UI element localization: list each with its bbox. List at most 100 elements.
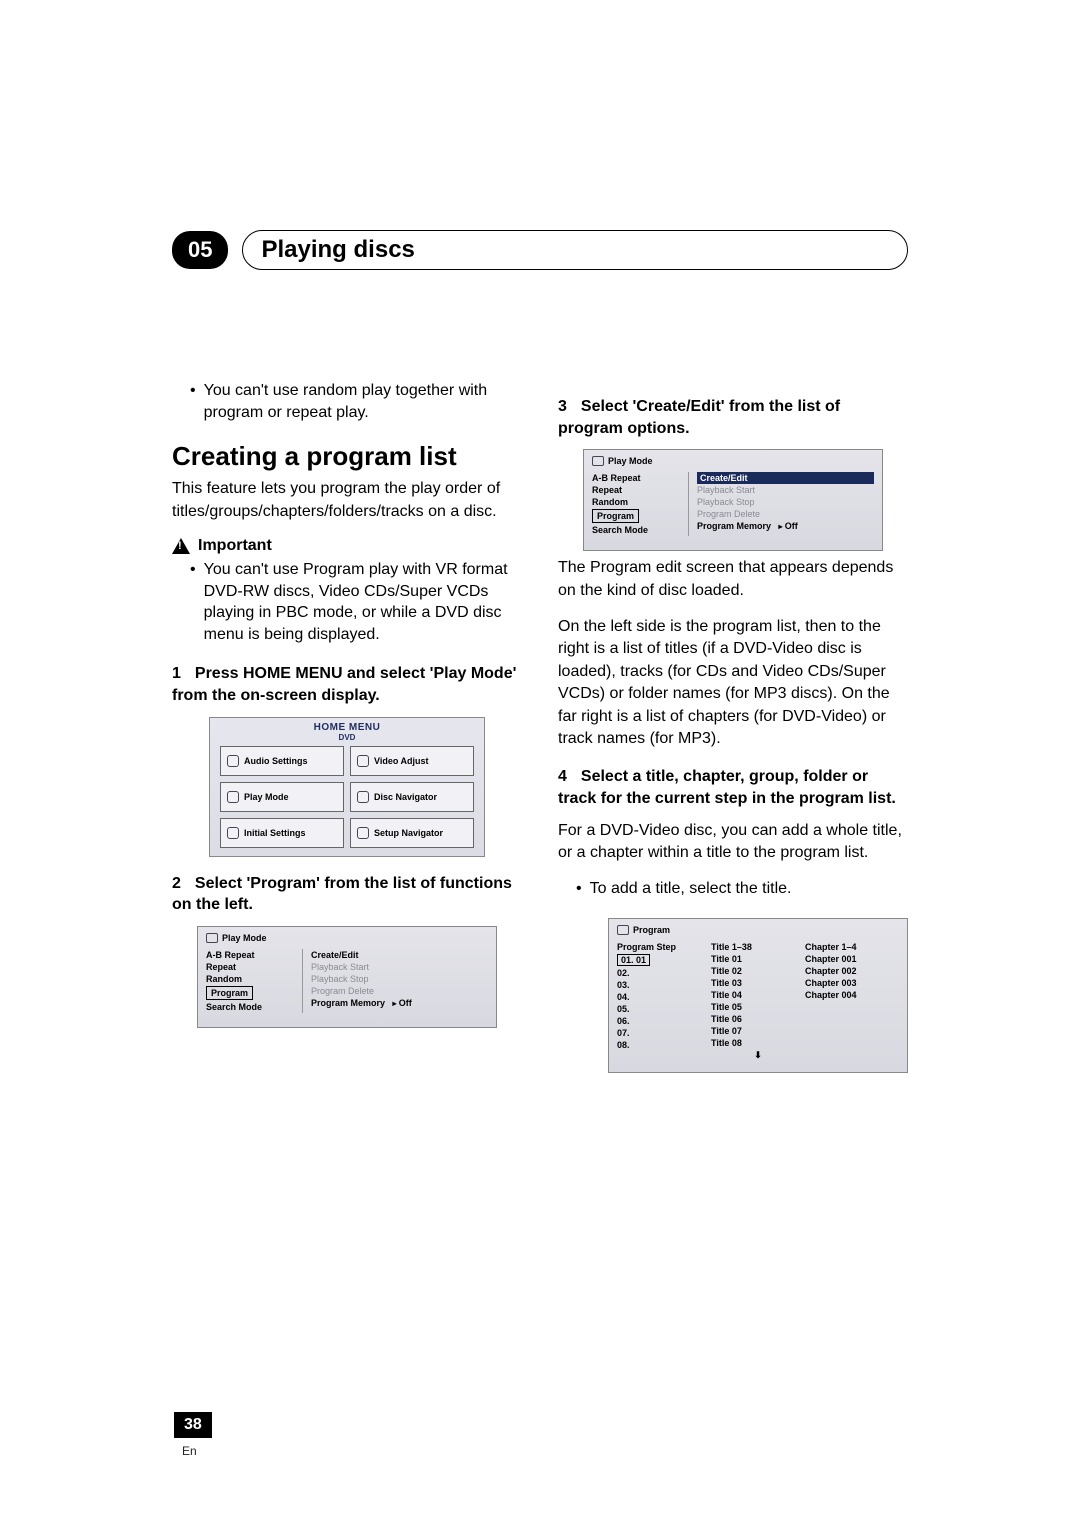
- right-item[interactable]: Program Memory Off: [311, 997, 488, 1009]
- right-item: Program Delete: [697, 508, 874, 520]
- settings-icon: [227, 827, 239, 839]
- page-language-label: En: [182, 1444, 197, 1458]
- table-row[interactable]: Chapter 003: [805, 977, 899, 989]
- bullet-icon: [190, 559, 196, 645]
- right-item: Playback Stop: [697, 496, 874, 508]
- section-intro: This feature lets you program the play o…: [172, 478, 522, 523]
- table-row[interactable]: Title 01: [711, 953, 805, 965]
- step-4-text: Select a title, chapter, group, folder o…: [558, 768, 896, 807]
- right-item-selected[interactable]: Create/Edit: [697, 472, 874, 484]
- list-item[interactable]: A-B Repeat: [206, 949, 302, 961]
- play-mode-title: Play Mode: [206, 933, 488, 943]
- scroll-down-icon[interactable]: ⬇: [711, 1049, 805, 1062]
- chapter-title-pill: Playing discs: [242, 230, 908, 270]
- list-item[interactable]: Repeat: [592, 484, 688, 496]
- step-2-heading: 2Select 'Program' from the list of funct…: [172, 873, 522, 916]
- table-row[interactable]: 07.: [617, 1027, 711, 1039]
- menu-label: Play Mode: [244, 792, 289, 802]
- menu-label: Initial Settings: [244, 828, 306, 838]
- step-2-text: Select 'Program' from the list of functi…: [172, 875, 512, 914]
- list-item[interactable]: A-B Repeat: [592, 472, 688, 484]
- table-row[interactable]: Title 07: [711, 1025, 805, 1037]
- right-item: Program Delete: [311, 985, 488, 997]
- setup-icon: [357, 827, 369, 839]
- paragraph-dvd-video: For a DVD-Video disc, you can add a whol…: [558, 820, 908, 865]
- chapter-title: Playing discs: [261, 236, 414, 264]
- col-header: Program Step: [617, 941, 711, 953]
- home-menu-screenshot: HOME MENU DVD Audio Settings Video Adjus…: [209, 717, 485, 857]
- bullet-icon: [576, 878, 582, 900]
- play-mode-screenshot-2: Play Mode A-B Repeat Repeat Random Progr…: [583, 449, 883, 551]
- important-heading: Important: [172, 537, 522, 555]
- note-text: You can't use random play together with …: [204, 380, 522, 423]
- paragraph-edit-screen: The Program edit screen that appears dep…: [558, 557, 908, 602]
- list-item[interactable]: Repeat: [206, 961, 302, 973]
- menu-item-disc-navigator[interactable]: Disc Navigator: [350, 782, 474, 812]
- chapter-number-badge: 05: [172, 231, 228, 269]
- bullet-text: To add a title, select the title.: [590, 878, 792, 900]
- table-row[interactable]: 08.: [617, 1039, 711, 1051]
- table-row[interactable]: Chapter 002: [805, 965, 899, 977]
- step-3-heading: 3Select 'Create/Edit' from the list of p…: [558, 396, 908, 439]
- table-row[interactable]: Title 06: [711, 1013, 805, 1025]
- table-row[interactable]: 01. 01: [617, 953, 711, 967]
- program-icon: [617, 925, 629, 935]
- disc-icon: [357, 791, 369, 803]
- table-row[interactable]: 02.: [617, 967, 711, 979]
- right-column: 3Select 'Create/Edit' from the list of p…: [558, 380, 908, 1079]
- menu-item-setup-navigator[interactable]: Setup Navigator: [350, 818, 474, 848]
- playmode-icon: [206, 933, 218, 943]
- audio-icon: [227, 755, 239, 767]
- list-item[interactable]: Random: [206, 973, 302, 985]
- panel-title-label: Play Mode: [222, 933, 267, 943]
- program-col-chapters: Chapter 1–4 Chapter 001 Chapter 002 Chap…: [805, 941, 899, 1062]
- list-item[interactable]: Random: [592, 496, 688, 508]
- important-text: You can't use Program play with VR forma…: [204, 559, 522, 645]
- table-row[interactable]: Title 05: [711, 1001, 805, 1013]
- list-item-selected[interactable]: Program: [206, 985, 302, 1001]
- playmode-icon: [592, 456, 604, 466]
- menu-item-initial-settings[interactable]: Initial Settings: [220, 818, 344, 848]
- menu-item-play-mode[interactable]: Play Mode: [220, 782, 344, 812]
- right-item: Playback Stop: [311, 973, 488, 985]
- play-mode-right-list: Create/Edit Playback Start Playback Stop…: [688, 472, 874, 536]
- home-menu-title: HOME MENU: [210, 718, 484, 733]
- panel-title-label: Play Mode: [608, 456, 653, 466]
- table-row[interactable]: Title 03: [711, 977, 805, 989]
- menu-item-audio-settings[interactable]: Audio Settings: [220, 746, 344, 776]
- right-item[interactable]: Create/Edit: [311, 949, 488, 961]
- table-row[interactable]: Title 08: [711, 1037, 805, 1049]
- video-icon: [357, 755, 369, 767]
- note-random-play: You can't use random play together with …: [190, 380, 522, 423]
- list-item[interactable]: Search Mode: [206, 1001, 302, 1013]
- program-col-steps: Program Step 01. 01 02. 03. 04. 05. 06. …: [617, 941, 711, 1062]
- program-col-titles: Title 1–38 Title 01 Title 02 Title 03 Ti…: [711, 941, 805, 1062]
- right-item[interactable]: Program Memory Off: [697, 520, 874, 532]
- section-title-creating-program-list: Creating a program list: [172, 441, 522, 472]
- step-1-heading: 1Press HOME MENU and select 'Play Mode' …: [172, 663, 522, 706]
- table-row[interactable]: Chapter 004: [805, 989, 899, 1001]
- col-header: Title 1–38: [711, 941, 805, 953]
- menu-item-video-adjust[interactable]: Video Adjust: [350, 746, 474, 776]
- important-note: You can't use Program play with VR forma…: [190, 559, 522, 645]
- table-row[interactable]: 04.: [617, 991, 711, 1003]
- right-item: Playback Start: [697, 484, 874, 496]
- table-row[interactable]: Title 04: [711, 989, 805, 1001]
- table-row[interactable]: Chapter 001: [805, 953, 899, 965]
- table-row[interactable]: 06.: [617, 1015, 711, 1027]
- list-item[interactable]: Search Mode: [592, 524, 688, 536]
- left-column: You can't use random play together with …: [172, 380, 522, 1079]
- step-number-1: 1: [172, 665, 181, 682]
- warning-icon: [172, 538, 190, 554]
- step-1-text: Press HOME MENU and select 'Play Mode' f…: [172, 665, 516, 704]
- step-3-text: Select 'Create/Edit' from the list of pr…: [558, 398, 840, 437]
- home-menu-subtitle: DVD: [210, 733, 484, 742]
- table-row[interactable]: 03.: [617, 979, 711, 991]
- table-row[interactable]: Title 02: [711, 965, 805, 977]
- right-item: Playback Start: [311, 961, 488, 973]
- table-row[interactable]: 05.: [617, 1003, 711, 1015]
- play-mode-title: Play Mode: [592, 456, 874, 466]
- list-item-selected[interactable]: Program: [592, 508, 688, 524]
- menu-label: Disc Navigator: [374, 792, 437, 802]
- step-number-4: 4: [558, 768, 567, 785]
